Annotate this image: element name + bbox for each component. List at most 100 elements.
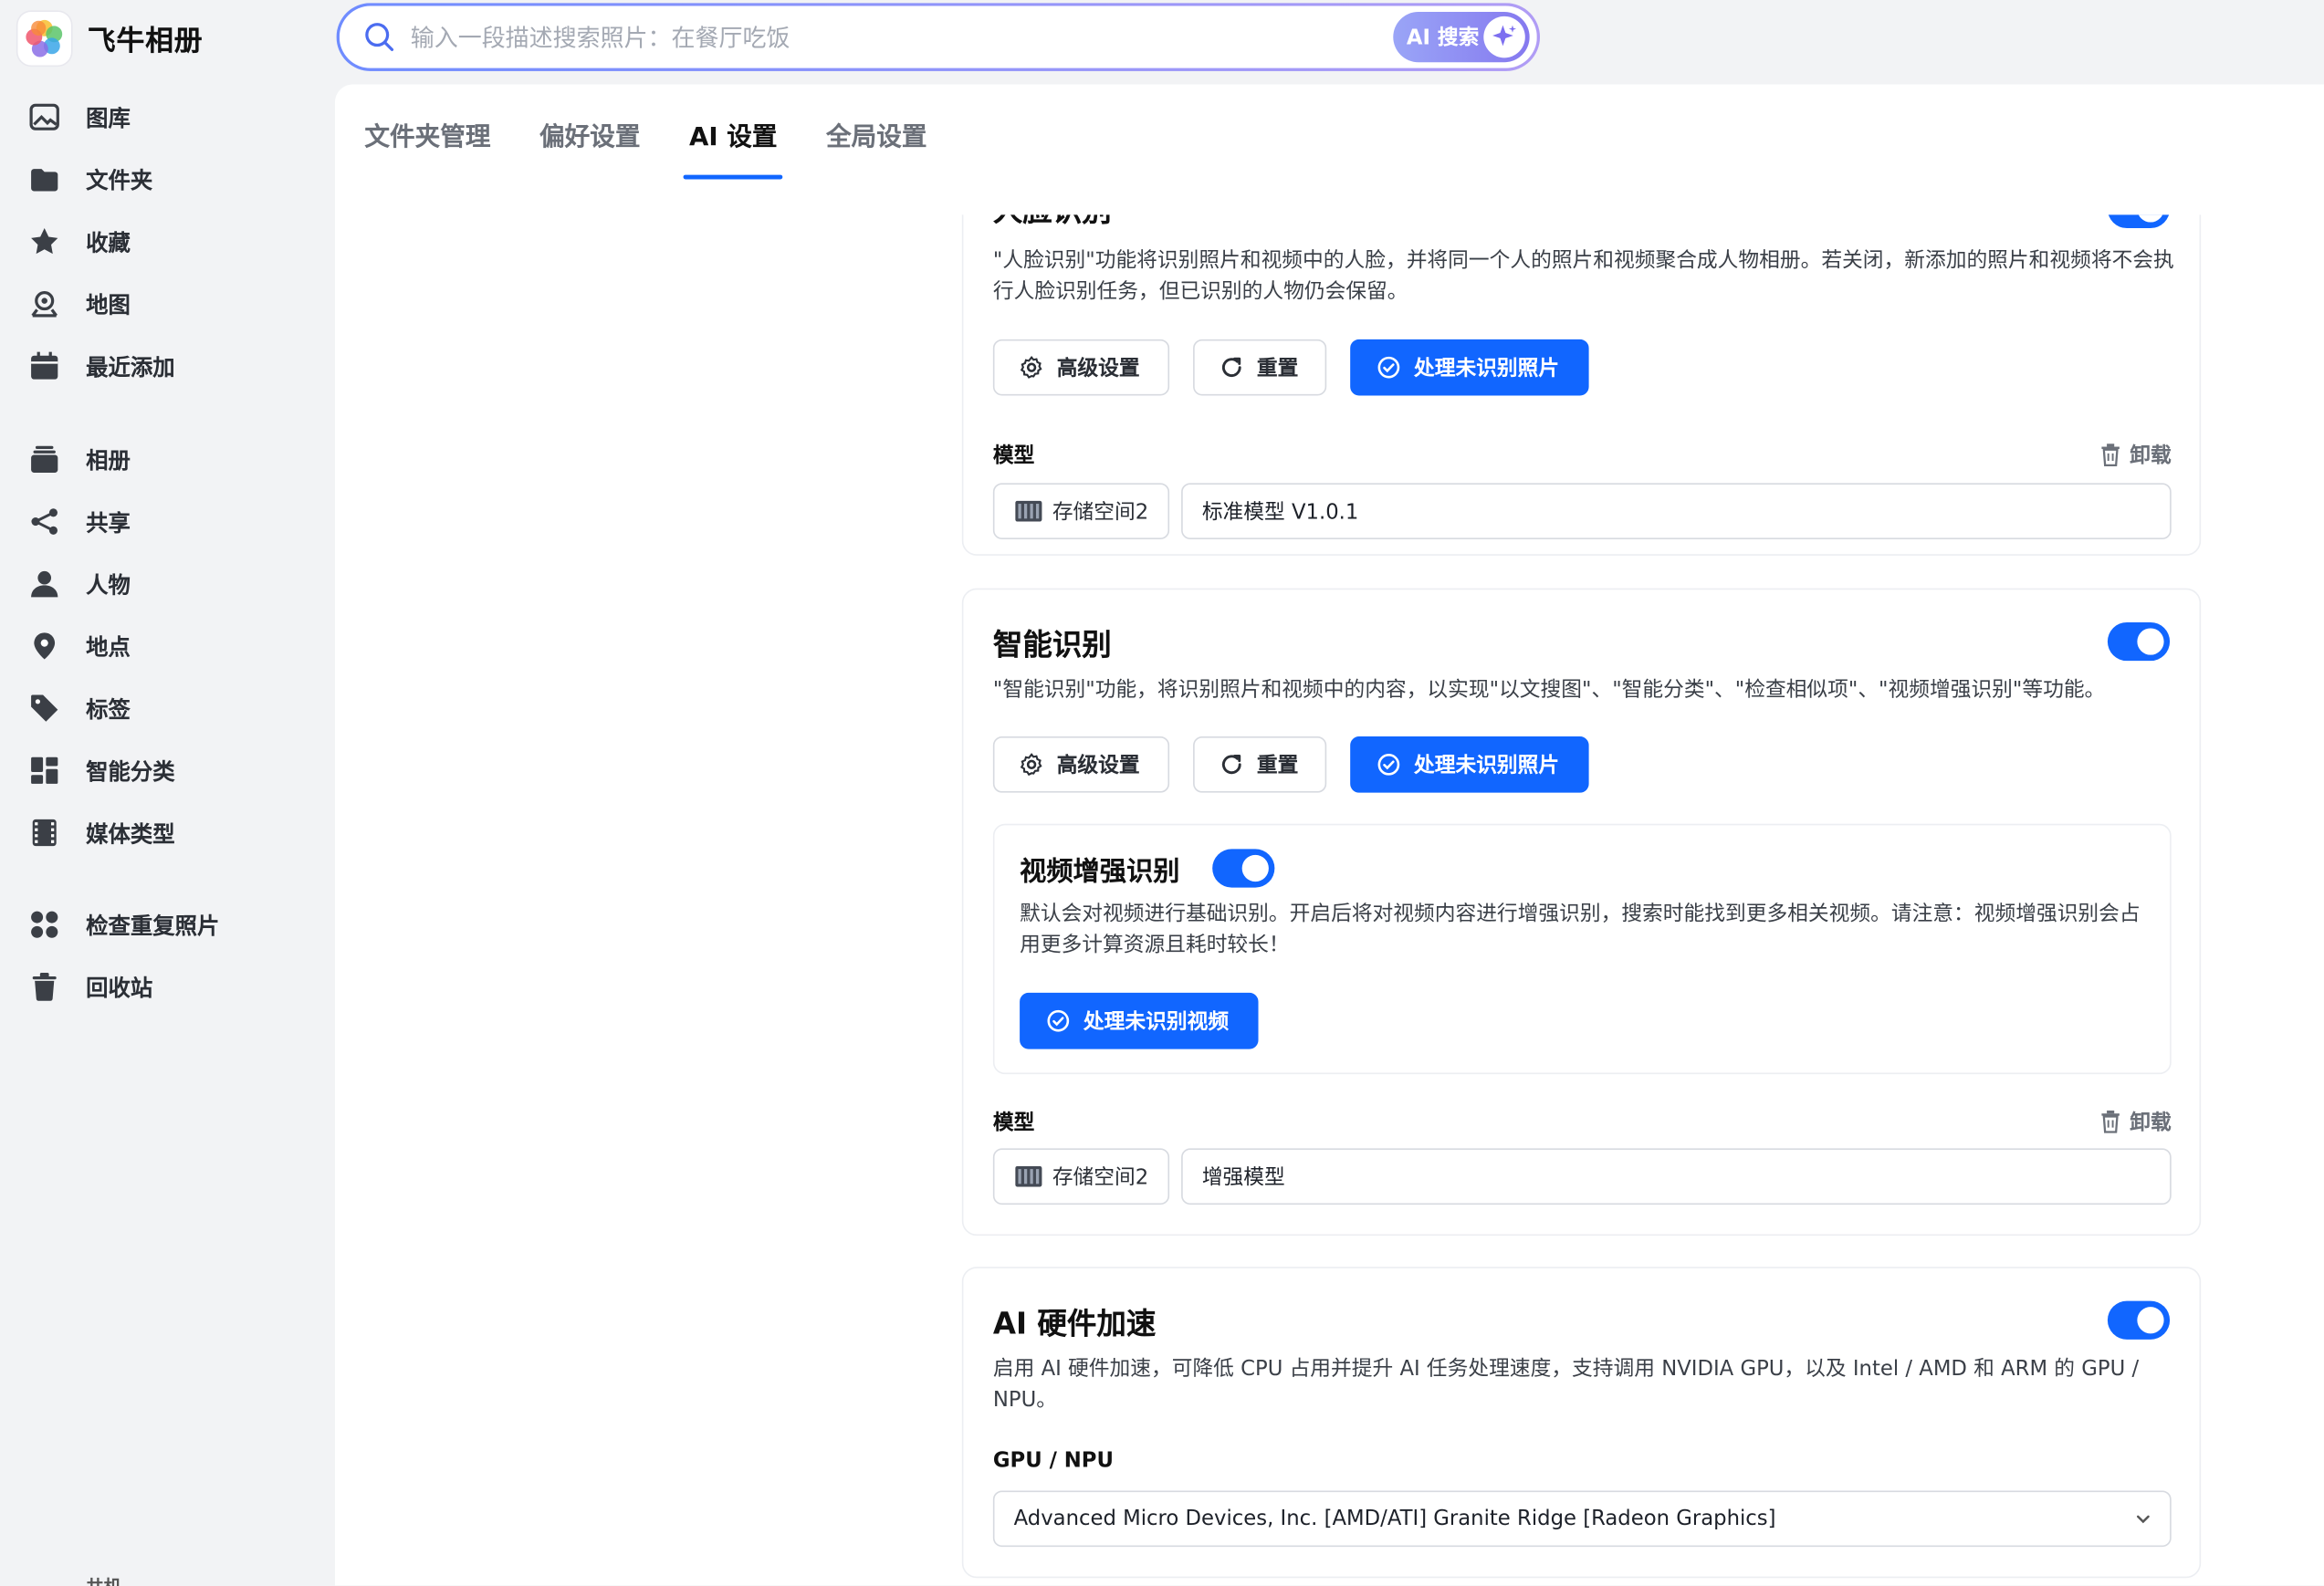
duplicate-icon: [26, 907, 62, 943]
ai-hardware-card: AI 硬件加速 启用 AI 硬件加速，可降低 CPU 占用并提升 AI 任务处理…: [961, 1267, 2202, 1579]
tag-icon: [26, 691, 62, 726]
process-unrecognized-photos-button[interactable]: 处理未识别照片: [1350, 339, 1589, 396]
smart-recognition-toggle[interactable]: [2107, 621, 2171, 662]
smart-card-description: "智能识别"功能，将识别照片和视频中的内容，以实现"以文搜图"、"智能分类"、"…: [992, 678, 2106, 703]
tab-ai-settings[interactable]: AI 设置: [683, 114, 784, 180]
face-model-row: 模型 卸载: [993, 440, 2172, 469]
process-photos-label: 处理未识别照片: [1414, 754, 1560, 778]
sidebar-item-label: 文件夹: [86, 166, 153, 193]
uninstall-label: 卸载: [2130, 1111, 2172, 1135]
reset-button[interactable]: 重置: [1193, 736, 1327, 793]
process-videos-label: 处理未识别视频: [1083, 1010, 1230, 1035]
reset-label: 重置: [1256, 357, 1299, 381]
advanced-settings-button[interactable]: 高级设置: [992, 339, 1170, 396]
sidebar-item-label: 收藏: [86, 228, 131, 256]
face-model-field[interactable]: 标准模型 V1.0.1: [1181, 483, 2172, 540]
sidebar-item-album[interactable]: 相册: [26, 433, 309, 485]
gpu-select[interactable]: Advanced Micro Devices, Inc. [AMD/ATI] G…: [992, 1490, 2172, 1548]
sidebar-item-tags[interactable]: 标签: [26, 682, 309, 735]
ai-search-label: AI 搜索: [1406, 26, 1480, 51]
ai-hardware-toggle[interactable]: [2107, 1300, 2171, 1340]
uninstall-label: 卸载: [2130, 444, 2172, 469]
sidebar: 飞牛相册 图库 文件夹 收藏 地图 最近添加 相册 共享 人物 地点 标签 智能…: [0, 0, 335, 1586]
sidebar-item-people[interactable]: 人物: [26, 558, 309, 610]
face-card-description: "人脸识别"功能将识别照片和视频中的人脸，并将同一个人的照片和视频聚合成人物相册…: [992, 248, 2174, 304]
tab-folder-management[interactable]: 文件夹管理: [364, 114, 490, 167]
sidebar-item-media-type[interactable]: 媒体类型: [26, 806, 309, 859]
tab-preferences[interactable]: 偏好设置: [539, 114, 640, 167]
uninstall-button[interactable]: 卸载: [2100, 1107, 2172, 1136]
sidebar-item-label: 智能分类: [86, 757, 175, 785]
sparkle-icon: [1483, 16, 1525, 58]
process-unrecognized-photos-button[interactable]: 处理未识别照片: [1350, 736, 1589, 793]
tab-global-settings[interactable]: 全局设置: [826, 114, 926, 167]
storage-select[interactable]: 存储空间2: [992, 483, 1170, 540]
sidebar-item-label: 最近添加: [86, 353, 175, 381]
sidebar-item-trash[interactable]: 回收站: [26, 960, 309, 1013]
gallery-icon: [26, 99, 62, 135]
search-icon: [365, 23, 394, 52]
sidebar-item-label: 媒体类型: [86, 819, 175, 847]
sidebar-item-favorites[interactable]: 收藏: [26, 214, 309, 267]
process-unrecognized-videos-button[interactable]: 处理未识别视频: [1020, 992, 1259, 1049]
smart-model-field[interactable]: 增强模型: [1181, 1148, 2172, 1205]
trash-icon: [26, 969, 62, 1005]
check-circle-icon: [1376, 751, 1402, 777]
settings-content: 人脸识别 "人脸识别"功能将识别照片和视频中的人脸，并将同一个人的照片和视频聚合…: [335, 214, 2324, 1585]
sidebar-item-folder[interactable]: 文件夹: [26, 152, 309, 205]
sidebar-item-label: 人物: [86, 570, 131, 599]
sidebar-item-label: 图库: [86, 104, 131, 131]
sidebar-item-label: 回收站: [86, 974, 153, 1001]
storage-select[interactable]: 存储空间2: [992, 1148, 1170, 1205]
sidebar-item-duplicates[interactable]: 检查重复照片: [26, 898, 309, 951]
refresh-icon: [1219, 354, 1245, 381]
advanced-settings-button[interactable]: 高级设置: [992, 736, 1170, 793]
gear-icon: [1018, 354, 1044, 381]
reset-button[interactable]: 重置: [1193, 339, 1327, 396]
advanced-settings-label: 高级设置: [1056, 754, 1140, 778]
video-enhance-subcard: 视频增强识别 默认会对视频进行基础识别。开启后将对视频内容进行增强识别，搜索时能…: [992, 823, 2172, 1075]
search-input[interactable]: [410, 23, 1359, 52]
sidebar-item-recent[interactable]: 最近添加: [26, 339, 309, 392]
trash-icon: [2101, 1110, 2120, 1133]
smart-model-row: 模型 卸载: [993, 1107, 2172, 1136]
search-bar[interactable]: AI 搜索: [337, 3, 1540, 71]
check-circle-icon: [1376, 354, 1402, 381]
gpu-label: GPU / NPU: [992, 1448, 1114, 1473]
smart-recognition-card: 智能识别 "智能识别"功能，将识别照片和视频中的内容，以实现"以文搜图"、"智能…: [961, 588, 2202, 1236]
video-enhance-description: 默认会对视频进行基础识别。开启后将对视频内容进行增强识别，搜索时能找到更多相关视…: [1020, 902, 2141, 957]
trash-icon: [2101, 443, 2120, 466]
app-name: 飞牛相册: [87, 24, 204, 57]
reset-label: 重置: [1256, 754, 1299, 778]
storage-icon: [1015, 1165, 1042, 1187]
location-icon: [26, 628, 62, 663]
sidebar-item-places[interactable]: 地点: [26, 620, 309, 673]
model-value: 标准模型 V1.0.1: [1201, 500, 1359, 525]
hw-card-description: 启用 AI 硬件加速，可降低 CPU 占用并提升 AI 任务处理速度，支持调用 …: [992, 1357, 2140, 1413]
model-label: 模型: [992, 1111, 1035, 1135]
sidebar-item-share[interactable]: 共享: [26, 495, 309, 548]
gear-icon: [1018, 751, 1044, 777]
smart-card-title: 智能识别: [992, 626, 1112, 663]
model-value: 增强模型: [1201, 1165, 1285, 1190]
face-recognition-card: 人脸识别 "人脸识别"功能将识别照片和视频中的人脸，并将同一个人的照片和视频聚合…: [961, 214, 2202, 556]
map-icon: [26, 286, 62, 321]
chevron-down-icon: [2136, 1515, 2150, 1524]
sidebar-item-label: 标签: [86, 695, 131, 723]
face-recognition-toggle[interactable]: [2107, 214, 2171, 229]
sidebar-item-gallery[interactable]: 图库: [26, 90, 309, 143]
film-icon: [26, 815, 62, 850]
ai-search-button[interactable]: AI 搜索: [1393, 11, 1530, 63]
brand: 飞牛相册: [17, 9, 203, 68]
settings-panel: 文件夹管理 偏好设置 AI 设置 全局设置 人脸识别 "人脸识别"功能将识别照片…: [334, 84, 2324, 1586]
hw-card-title: AI 硬件加速: [992, 1305, 1157, 1341]
uninstall-button[interactable]: 卸载: [2100, 440, 2172, 469]
process-photos-label: 处理未识别照片: [1414, 357, 1560, 381]
storage-label: 存储空间2: [1052, 500, 1149, 525]
storage-icon: [1015, 500, 1042, 522]
sidebar-item-map[interactable]: 地图: [26, 277, 309, 330]
sidebar-item-smart-category[interactable]: 智能分类: [26, 744, 309, 797]
video-enhance-title: 视频增强识别: [1020, 856, 1180, 888]
video-enhance-toggle[interactable]: [1212, 849, 1275, 888]
album-icon: [26, 442, 62, 477]
